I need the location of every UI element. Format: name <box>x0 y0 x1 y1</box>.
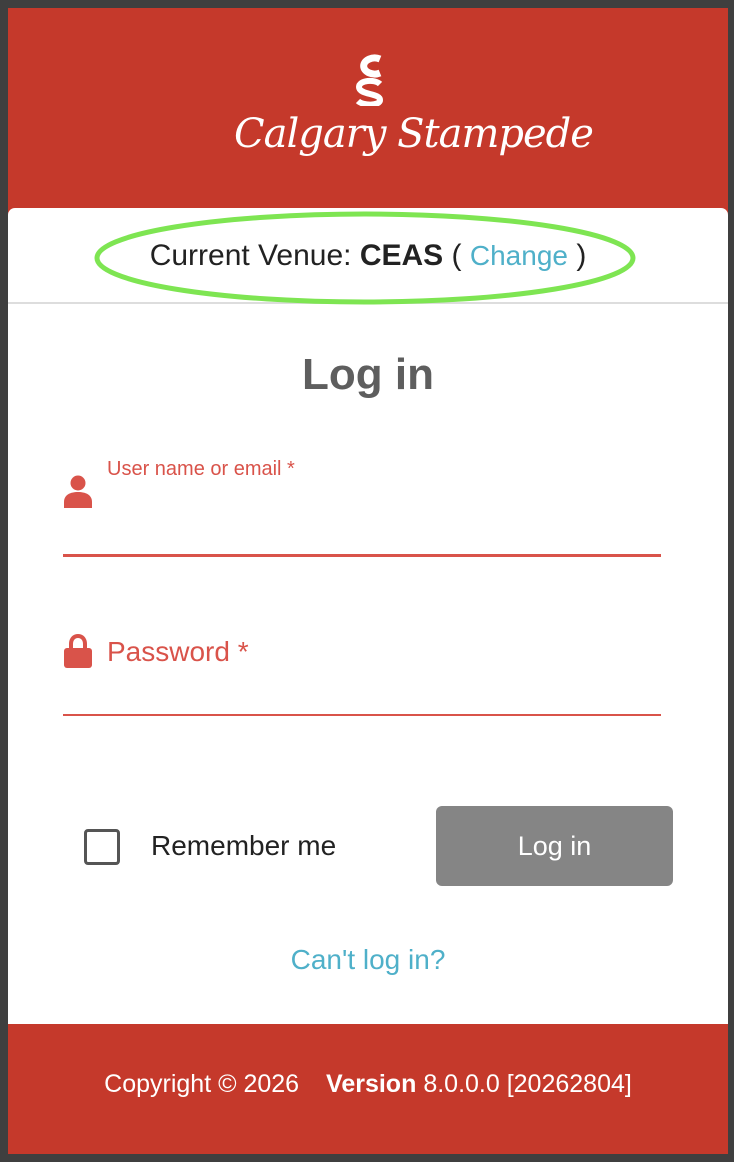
cs-monogram-logo <box>355 54 384 106</box>
user-icon <box>64 475 92 508</box>
footer-text: Copyright © 2026 Version 8.0.0.0 [202628… <box>8 1070 728 1099</box>
brand-wordmark: Calgary Stampede <box>234 111 594 157</box>
username-field[interactable]: User name or email * <box>63 454 661 557</box>
copyright-text: Copyright © 2026 <box>104 1070 300 1098</box>
venue-close-paren: ) <box>576 239 587 272</box>
app-frame: Calgary Stampede Current Venue: CEAS ( C… <box>8 8 728 1154</box>
login-card: Current Venue: CEAS ( Change ) Log in Us… <box>8 208 728 1024</box>
remember-me-checkbox[interactable] <box>84 829 120 865</box>
username-label: User name or email * <box>107 458 295 480</box>
version-value: 8.0.0.0 [20262804] <box>423 1070 632 1098</box>
header: Calgary Stampede <box>8 8 728 208</box>
change-venue-link[interactable]: Change <box>470 240 568 271</box>
current-venue-text: Current Venue: CEAS ( Change ) <box>8 234 728 278</box>
footer: Copyright © 2026 Version 8.0.0.0 [202628… <box>8 1024 728 1154</box>
password-field[interactable]: Password * <box>63 628 661 716</box>
page-title: Log in <box>302 350 434 399</box>
venue-bar: Current Venue: CEAS ( Change ) <box>8 208 728 305</box>
username-input[interactable] <box>107 492 651 546</box>
remember-me[interactable]: Remember me <box>84 828 384 868</box>
lock-icon <box>64 634 92 668</box>
remember-me-label[interactable]: Remember me <box>151 830 336 862</box>
venue-name: CEAS <box>359 239 444 272</box>
login-button[interactable]: Log in <box>436 806 673 886</box>
password-input[interactable] <box>107 658 651 712</box>
venue-open-paren: ( <box>451 239 462 272</box>
cant-login-link[interactable]: Can't log in? <box>8 944 728 976</box>
venue-prefix: Current Venue: <box>149 239 352 272</box>
version-label: Version <box>326 1070 417 1098</box>
